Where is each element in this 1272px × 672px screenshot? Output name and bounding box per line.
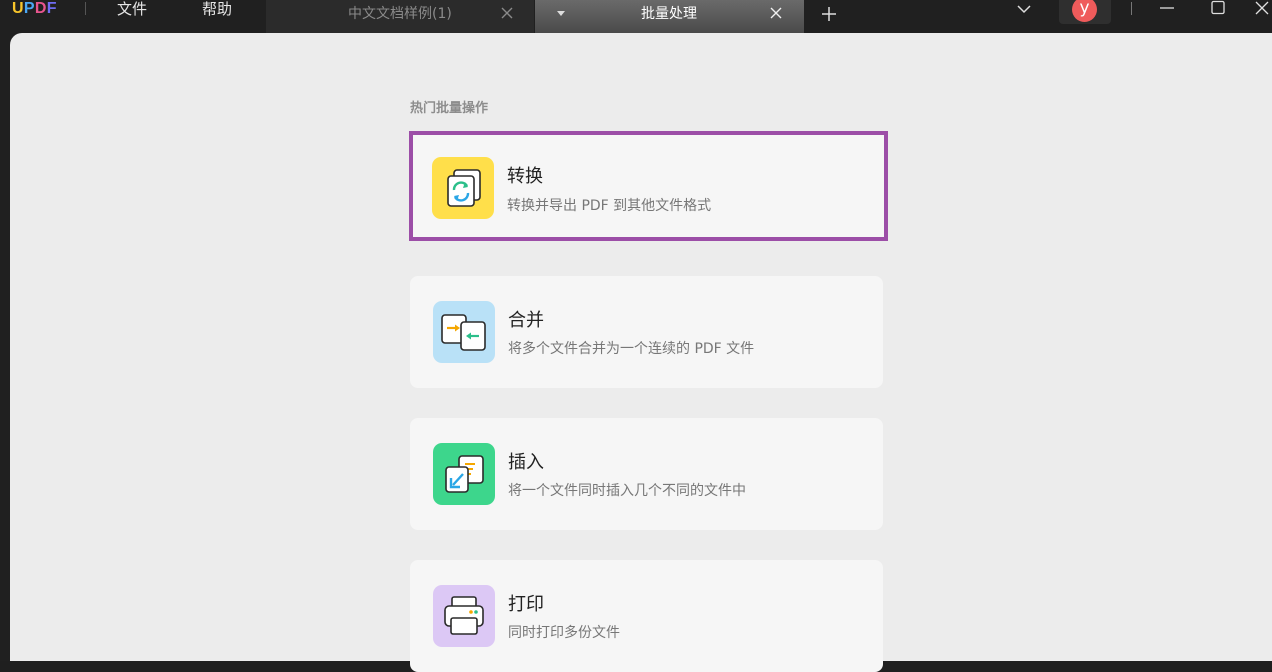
- print-icon: [433, 585, 495, 647]
- close-icon[interactable]: [500, 6, 514, 20]
- operation-desc: 将一个文件同时插入几个不同的文件中: [508, 483, 746, 499]
- convert-icon: [432, 157, 494, 219]
- merge-icon: [433, 301, 495, 363]
- operation-desc: 转换并导出 PDF 到其他文件格式: [507, 198, 712, 214]
- menu-file[interactable]: 文件: [117, 0, 147, 20]
- tab-batch[interactable]: 批量处理: [535, 0, 804, 33]
- menu-help[interactable]: 帮助: [202, 0, 232, 20]
- operation-card-merge[interactable]: 合并 将多个文件合并为一个连续的 PDF 文件: [410, 276, 883, 388]
- close-icon[interactable]: [769, 6, 783, 20]
- minimize-icon[interactable]: [1159, 0, 1175, 16]
- title-bar: UPDF 文件 帮助 中文文档样例(1) 批量处理 y: [0, 0, 1272, 33]
- operation-card-convert[interactable]: 转换 转换并导出 PDF 到其他文件格式: [409, 131, 888, 241]
- operation-desc: 将多个文件合并为一个连续的 PDF 文件: [508, 341, 755, 357]
- operation-card-insert[interactable]: 插入 将一个文件同时插入几个不同的文件中: [410, 418, 883, 530]
- plus-icon[interactable]: [821, 6, 837, 22]
- operation-title: 插入: [508, 452, 544, 473]
- batch-panel: 热门批量操作 转换 转换并导出 PDF 到其他文件格式 合并 将多个文件合并为一…: [10, 33, 1272, 672]
- user-account[interactable]: y: [1059, 0, 1111, 24]
- tab-document-label: 中文文档样例(1): [348, 6, 452, 22]
- close-window-icon[interactable]: [1254, 0, 1270, 16]
- section-title: 热门批量操作: [410, 101, 489, 116]
- left-edge: [0, 33, 10, 661]
- maximize-icon[interactable]: [1210, 0, 1226, 16]
- operation-title: 合并: [508, 310, 544, 331]
- operation-desc: 同时打印多份文件: [508, 625, 620, 641]
- tab-document[interactable]: 中文文档样例(1): [266, 0, 534, 33]
- avatar[interactable]: y: [1072, 0, 1097, 22]
- operation-card-print[interactable]: 打印 同时打印多份文件: [410, 560, 883, 672]
- tab-batch-label: 批量处理: [641, 6, 697, 22]
- caret-down-icon[interactable]: [556, 10, 566, 18]
- updf-logo[interactable]: UPDF: [12, 0, 57, 20]
- operation-title: 打印: [508, 594, 544, 615]
- window-divider: [1131, 2, 1132, 15]
- insert-icon: [433, 443, 495, 505]
- menu-divider: [85, 2, 86, 15]
- chevron-down-icon[interactable]: [1016, 2, 1032, 16]
- operation-title: 转换: [507, 166, 543, 187]
